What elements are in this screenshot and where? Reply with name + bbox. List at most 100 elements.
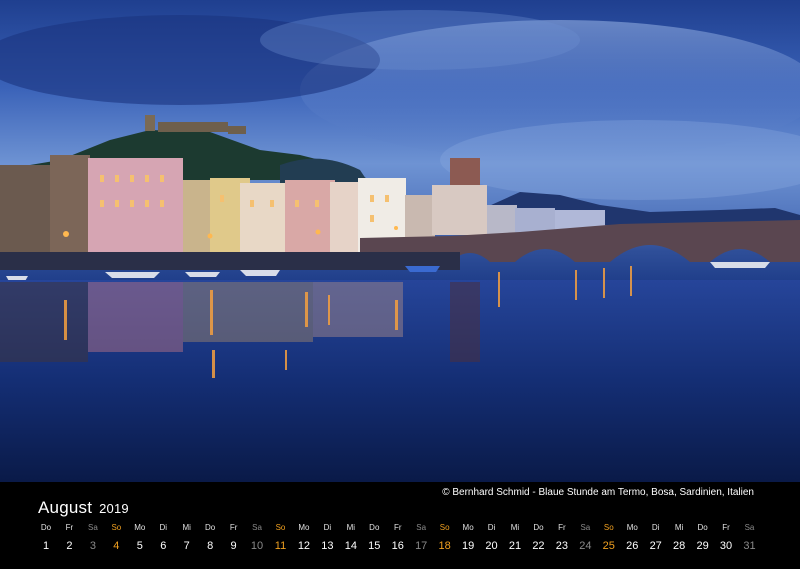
weekday-label: Di xyxy=(159,523,168,532)
calendar-photo xyxy=(0,0,800,482)
day-cell: Do 22 xyxy=(526,522,550,555)
day-cell: So 4 xyxy=(104,522,128,555)
day-cell: So 18 xyxy=(433,522,457,555)
day-cell: Di 13 xyxy=(315,522,339,555)
day-cell: Sa 17 xyxy=(409,522,433,555)
day-number: 20 xyxy=(485,540,498,552)
day-number: 17 xyxy=(415,540,428,552)
day-number: 27 xyxy=(649,540,662,552)
weekday-label: Sa xyxy=(252,523,262,532)
month-name: August xyxy=(38,498,93,517)
day-cell: Mo 5 xyxy=(128,522,152,555)
day-number: 22 xyxy=(532,540,545,552)
day-number: 2 xyxy=(66,540,73,552)
day-number: 4 xyxy=(113,540,120,552)
day-cell: Mo 12 xyxy=(292,522,316,555)
weekday-label: Mo xyxy=(298,523,310,532)
calendar-footer: August 2019 © Bernhard Schmid - Blaue St… xyxy=(0,482,800,569)
day-cell: Sa 31 xyxy=(738,522,762,555)
day-number: 5 xyxy=(136,540,143,552)
day-number: 14 xyxy=(344,540,357,552)
day-number: 21 xyxy=(508,540,522,552)
day-cell: So 11 xyxy=(269,522,293,555)
weekday-label: Sa xyxy=(744,523,755,532)
weekday-label: So xyxy=(111,523,122,532)
day-number: 13 xyxy=(321,540,334,552)
day-number: 6 xyxy=(160,540,167,552)
weekday-label: Fr xyxy=(229,523,238,532)
day-number: 3 xyxy=(89,540,96,552)
day-cell: Sa 24 xyxy=(573,522,597,555)
day-cell: Do 29 xyxy=(691,522,715,555)
day-number: 15 xyxy=(368,540,381,552)
day-cell: Mo 19 xyxy=(456,522,480,555)
day-number: 30 xyxy=(719,540,733,552)
day-number: 29 xyxy=(696,540,709,552)
day-cell: Mi 21 xyxy=(503,522,527,555)
weekday-label: Mi xyxy=(346,523,356,532)
day-cell: Do 15 xyxy=(362,522,386,555)
weekday-label: Do xyxy=(533,523,544,532)
day-cell: Fr 30 xyxy=(714,522,738,555)
weekday-label: Di xyxy=(487,523,496,532)
day-number: 25 xyxy=(602,540,615,552)
weekday-label: Sa xyxy=(87,523,98,532)
weekday-label: So xyxy=(275,523,286,532)
weekday-label: Fr xyxy=(558,523,566,532)
day-cell: Sa 3 xyxy=(81,522,105,555)
weekday-label: Mo xyxy=(462,523,474,532)
weekday-label: Do xyxy=(40,523,52,532)
day-number: 1 xyxy=(42,540,50,552)
castle xyxy=(145,115,246,134)
day-strip: Do 1 Fr 2 Sa 3 So 4 Mo 5 Di 6 Mi 7 Do 8 Fr 9 Sa 10 So 11 Mo 12 D… xyxy=(34,522,766,562)
weekday-label: Fr xyxy=(722,523,730,532)
weekday-label: Mi xyxy=(510,523,520,532)
day-cell: Fr 2 xyxy=(57,522,81,555)
day-number: 19 xyxy=(461,540,475,552)
day-cell: Mi 28 xyxy=(667,522,691,555)
weekday-label: Sa xyxy=(416,523,427,532)
weekday-label: Fr xyxy=(65,523,74,532)
month-title: August 2019 xyxy=(38,498,129,518)
day-number: 31 xyxy=(743,540,756,552)
weekday-label: Mo xyxy=(626,523,638,532)
day-number: 18 xyxy=(438,540,451,552)
weekday-label: Do xyxy=(205,523,216,532)
weekday-label: So xyxy=(439,523,450,532)
day-number: 7 xyxy=(183,540,190,552)
day-cell: Do 8 xyxy=(198,522,222,555)
day-cell: Di 27 xyxy=(644,522,668,555)
day-number: 23 xyxy=(555,540,569,552)
day-cell: Fr 9 xyxy=(222,522,246,555)
weekday-label: Di xyxy=(651,523,660,532)
photo-illustration xyxy=(0,10,800,482)
photo-caption: © Bernhard Schmid - Blaue Stunde am Term… xyxy=(442,487,754,498)
day-cell: Fr 23 xyxy=(550,522,574,555)
day-cell: Di 6 xyxy=(151,522,175,555)
day-number: 26 xyxy=(626,540,639,552)
day-cell: Mo 26 xyxy=(620,522,644,555)
weekday-label: Mi xyxy=(674,523,684,532)
year-label: 2019 xyxy=(99,501,129,516)
day-number: 24 xyxy=(579,540,592,552)
weekday-label: Sa xyxy=(580,523,591,532)
weekday-label: Fr xyxy=(393,523,402,532)
weekday-label: So xyxy=(603,523,614,532)
weekday-label: Mi xyxy=(182,523,191,532)
day-cell: Sa 10 xyxy=(245,522,269,555)
day-cell: So 25 xyxy=(597,522,621,555)
day-cell: Mi 7 xyxy=(175,522,199,555)
riverbank xyxy=(0,252,460,270)
day-cell: Do 1 xyxy=(34,522,58,555)
weekday-label: Do xyxy=(369,523,380,532)
day-cell: Di 20 xyxy=(480,522,504,555)
day-number: 11 xyxy=(274,540,287,552)
day-number: 12 xyxy=(297,540,311,552)
day-number: 28 xyxy=(673,540,686,552)
weekday-label: Di xyxy=(323,523,332,532)
day-number: 8 xyxy=(207,540,214,552)
weekday-label: Mo xyxy=(134,523,146,532)
day-cell: Fr 16 xyxy=(386,522,410,555)
weekday-label: Do xyxy=(697,523,708,532)
day-number: 10 xyxy=(250,540,264,552)
